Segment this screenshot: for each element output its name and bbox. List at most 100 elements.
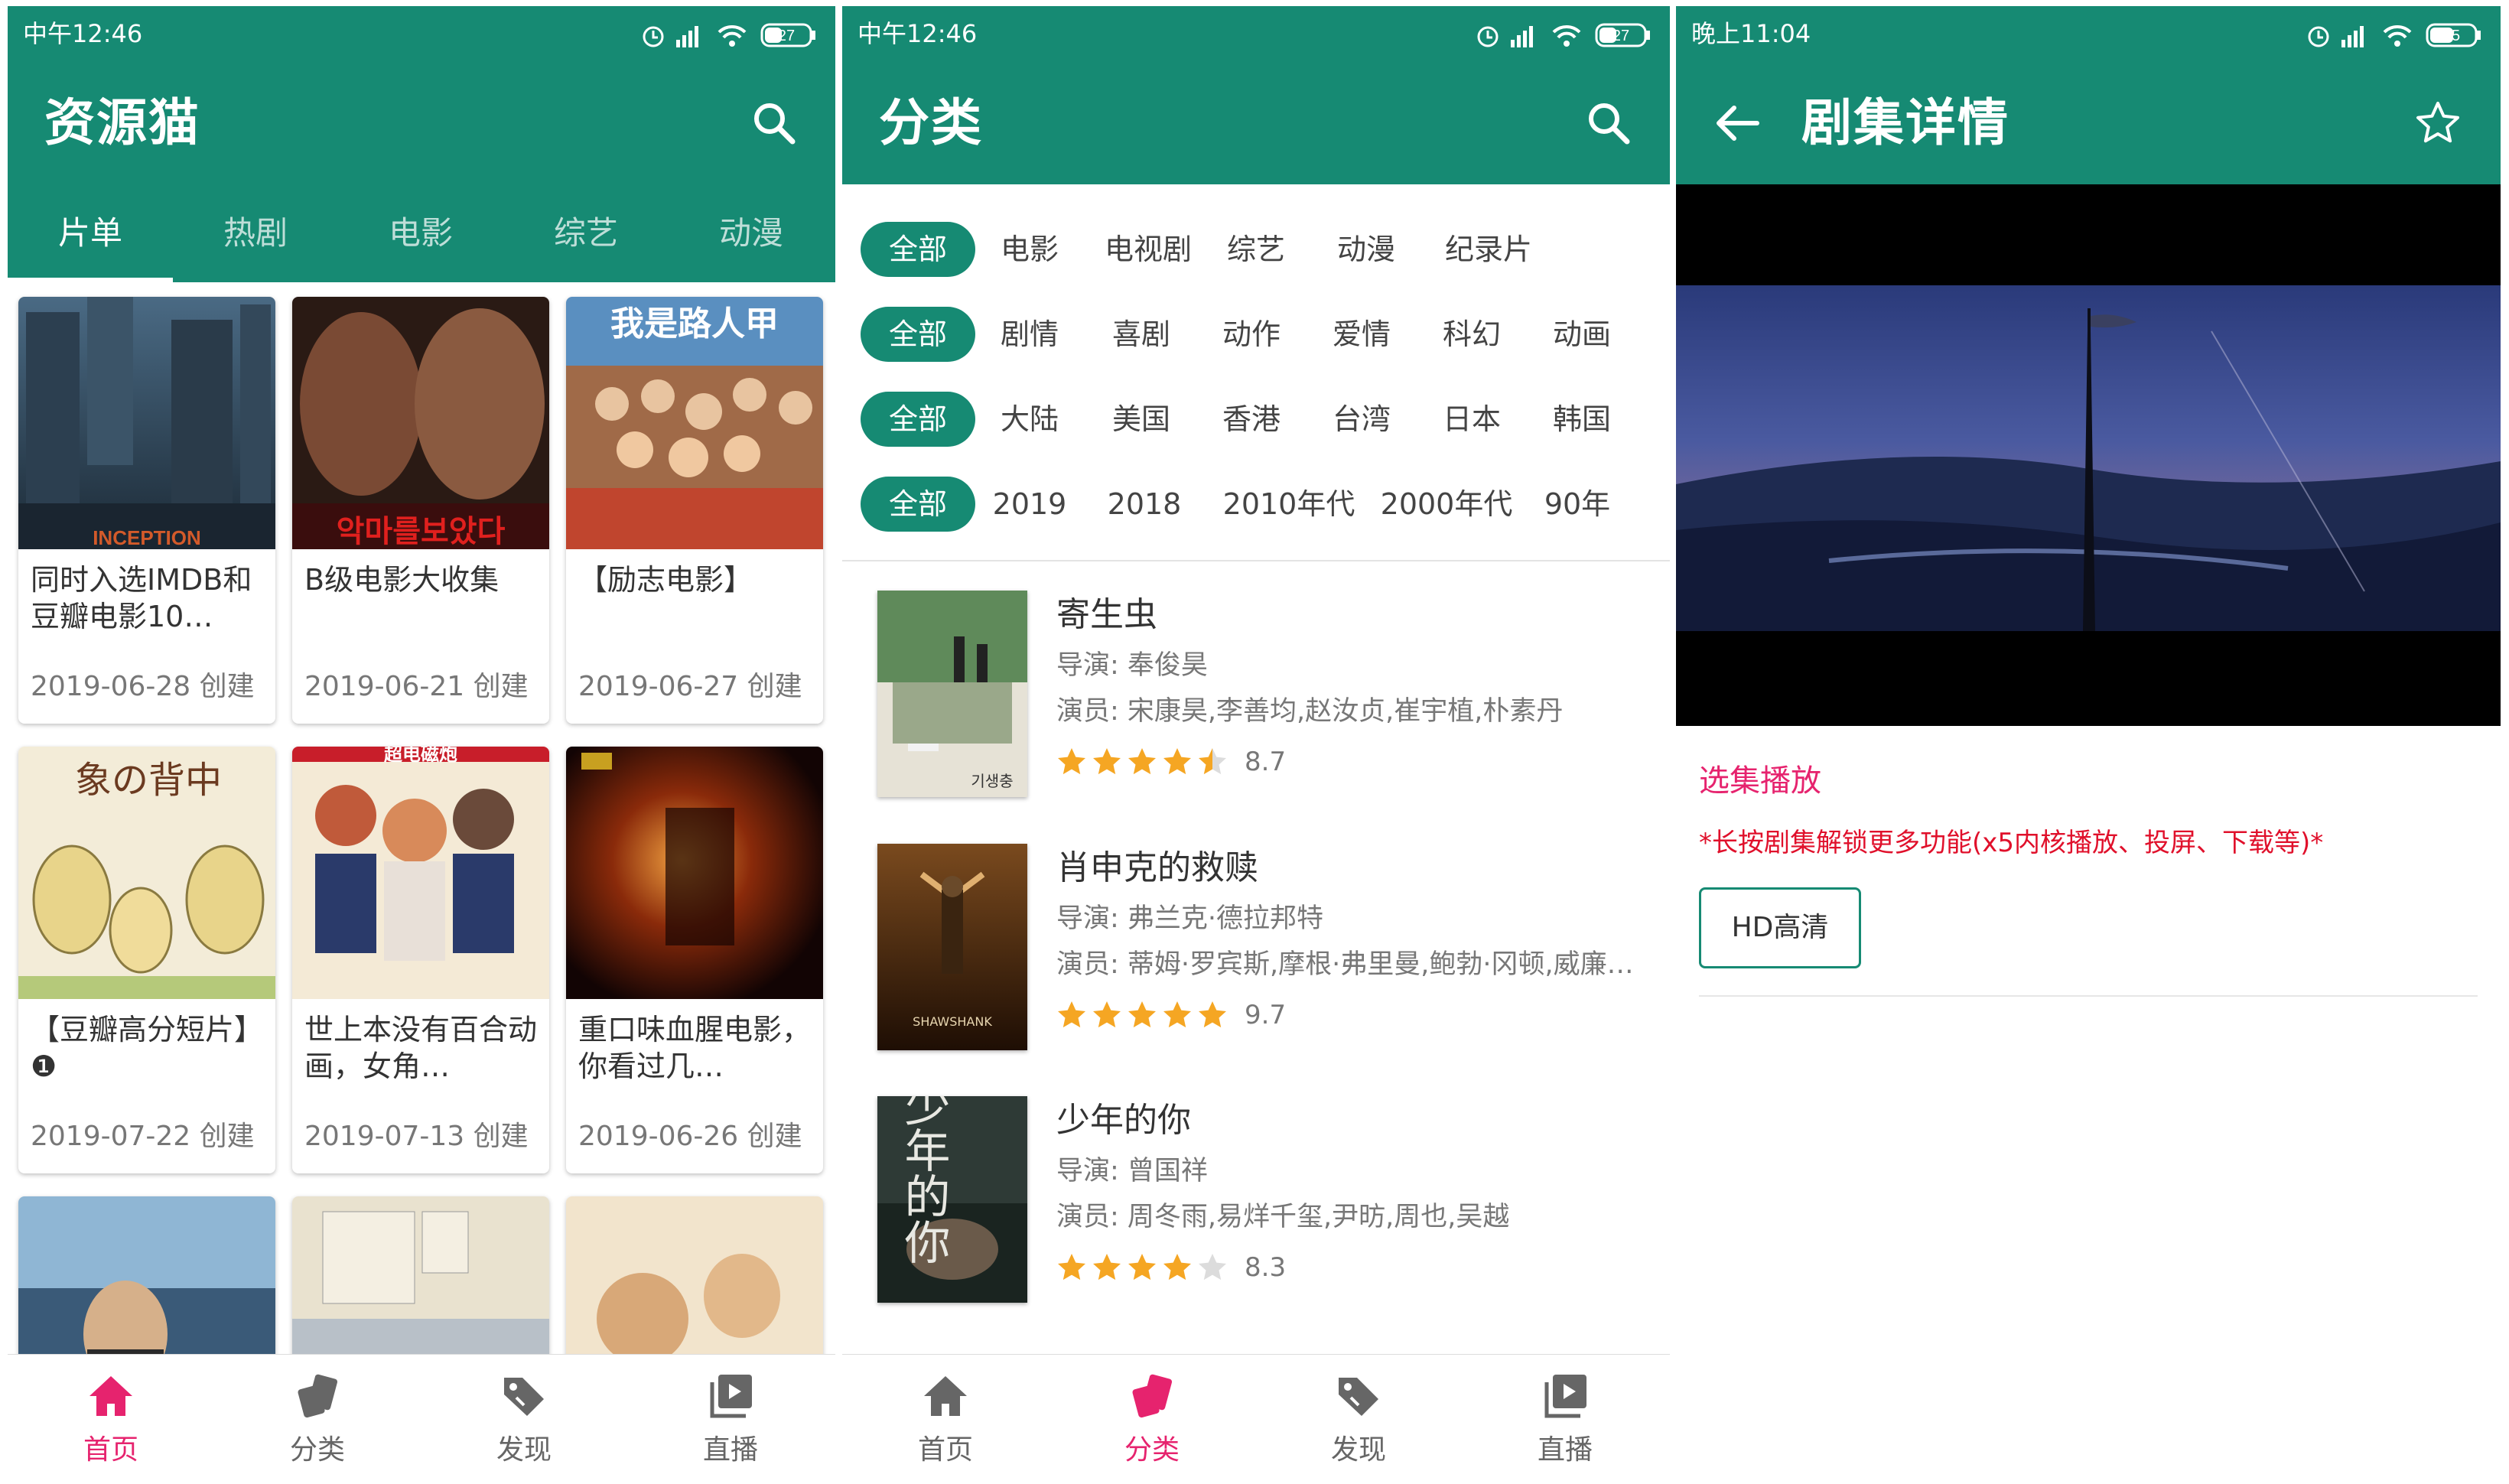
filter-chip[interactable]: 剧情 xyxy=(988,307,1072,362)
status-bar: 中午12:46 27 xyxy=(842,6,1670,62)
tab-playlist[interactable]: 片单 xyxy=(8,184,173,282)
nav-live[interactable]: 直播 xyxy=(1462,1355,1668,1484)
card-date: 2019-06-28 创建 xyxy=(31,671,255,702)
movie-list-item[interactable]: 少年的你 少年的你 导演: 曾国祥 演员: 周冬雨,易烊千玺,尹昉,周也,吴越 … xyxy=(842,1078,1670,1330)
filter-chip[interactable]: 台湾 xyxy=(1320,392,1404,447)
movie-list-item[interactable]: SHAWSHANK 肖申克的救赎 导演: 弗兰克·德拉邦特 演员: 蒂姆·罗宾斯… xyxy=(842,825,1670,1078)
nav-label: 直播 xyxy=(1537,1434,1593,1466)
star-rating xyxy=(1056,1000,1232,1033)
playlist-card[interactable]: 我是路人甲 【励志电影】 2019-06-27 创建 xyxy=(566,297,823,724)
filter-row-type: 全部 电影 电视剧 综艺 动漫 纪录片 xyxy=(842,211,1670,280)
filter-chip[interactable]: 2010年代 xyxy=(1220,477,1358,532)
star-rating xyxy=(1056,747,1232,780)
star-icon xyxy=(1058,1001,1085,1028)
divider xyxy=(842,560,1670,561)
filter-chip[interactable]: 科幻 xyxy=(1430,307,1514,362)
movie-title: 寄生虫 xyxy=(1056,595,1157,634)
filter-row-region: 全部 大陆 美国 香港 台湾 日本 韩国 xyxy=(842,381,1670,450)
nav-home[interactable]: 首页 xyxy=(8,1355,214,1484)
wifi-icon xyxy=(718,24,747,47)
filter-chip[interactable]: 爱情 xyxy=(1320,307,1404,362)
poster-text: 少年的你 xyxy=(897,1096,950,1264)
filter-chip[interactable]: 日本 xyxy=(1430,392,1514,447)
filter-chip-all[interactable]: 全部 xyxy=(861,392,975,447)
search-icon[interactable] xyxy=(1584,99,1633,148)
filter-chip[interactable]: 90年 xyxy=(1535,477,1619,532)
section-title: 选集播放 xyxy=(1699,763,1821,799)
card-poster: INCEPTION xyxy=(18,297,275,549)
tab-movies[interactable]: 电影 xyxy=(338,184,503,282)
filter-chip[interactable]: 香港 xyxy=(1209,392,1294,447)
movie-score: 8.7 xyxy=(1245,747,1287,777)
tab-hot-series[interactable]: 热剧 xyxy=(173,184,338,282)
star-outline-icon[interactable] xyxy=(2415,100,2461,146)
star-icon xyxy=(1128,1001,1156,1028)
nav-live[interactable]: 直播 xyxy=(627,1355,834,1484)
tab-variety[interactable]: 综艺 xyxy=(503,184,669,282)
status-bar: 晚上11:04 35 xyxy=(1676,6,2501,62)
filter-chip-all[interactable]: 全部 xyxy=(861,477,975,532)
filter-chip[interactable]: 动作 xyxy=(1209,307,1294,362)
filter-chip[interactable]: 2018 xyxy=(1102,477,1186,532)
nav-discover[interactable]: 发现 xyxy=(1255,1355,1462,1484)
movie-list-item[interactable]: 기생충 寄生虫 导演: 奉俊昊 演员: 宋康昊,李善均,赵汝贞,崔宇植,朴素丹 … xyxy=(842,572,1670,825)
filter-chip[interactable]: 2019 xyxy=(988,477,1072,532)
star-icon xyxy=(1199,1254,1226,1281)
filter-chip[interactable]: 电视剧 xyxy=(1095,222,1202,277)
battery-level: 27 xyxy=(778,28,795,44)
card-date: 2019-07-22 创建 xyxy=(31,1121,255,1152)
nav-discover[interactable]: 发现 xyxy=(421,1355,627,1484)
battery-level: 35 xyxy=(2443,28,2460,44)
filter-chip[interactable]: 2000年代 xyxy=(1378,477,1515,532)
movie-poster: 少年的你 xyxy=(877,1096,1027,1303)
divider xyxy=(1699,995,2478,997)
playlist-card[interactable]: 象の背中 【豆瓣高分短片】❶ 2019-07-22 创建 xyxy=(18,747,275,1173)
star-icon xyxy=(1093,1001,1121,1028)
filter-chip[interactable]: 美国 xyxy=(1099,392,1183,447)
star-icon xyxy=(1093,748,1121,775)
filter-chip[interactable]: 动画 xyxy=(1540,307,1624,362)
filter-chip[interactable]: 韩国 xyxy=(1540,392,1624,447)
playlist-card[interactable]: 重口味血腥电影，你看过几… 2019-06-26 创建 xyxy=(566,747,823,1173)
nav-home[interactable]: 首页 xyxy=(842,1355,1049,1484)
nav-category[interactable]: 分类 xyxy=(214,1355,421,1484)
playlist-card[interactable]: 超电磁炮 世上本没有百合动画，女角… 2019-07-13 创建 xyxy=(292,747,549,1173)
filter-chip[interactable]: 大陆 xyxy=(988,392,1072,447)
status-icons: 27 xyxy=(1477,23,1650,47)
tab-anime[interactable]: 动漫 xyxy=(669,184,834,282)
playlist-card[interactable]: INCEPTION 同时入选IMDB和豆瓣电影10… 2019-06-28 创建 xyxy=(18,297,275,724)
filter-chip[interactable]: 电影 xyxy=(988,222,1072,277)
category-tabs: 片单 热剧 电影 综艺 动漫 xyxy=(8,184,835,282)
back-arrow-icon[interactable] xyxy=(1714,102,1760,145)
nav-label: 分类 xyxy=(1124,1434,1180,1466)
nav-label: 发现 xyxy=(496,1434,552,1466)
nav-label: 分类 xyxy=(289,1434,345,1466)
filter-chip[interactable]: 纪录片 xyxy=(1431,222,1546,277)
detail-screen: 晚上11:04 35 剧集详情 选集播放 *长按剧集解锁更多功能(x5内核播放、… xyxy=(1676,6,2501,1484)
card-date: 2019-06-26 创建 xyxy=(578,1121,802,1152)
wifi-icon xyxy=(1552,24,1581,47)
nav-category[interactable]: 分类 xyxy=(1049,1355,1255,1484)
episode-button[interactable]: HD高清 xyxy=(1699,887,1861,968)
card-poster: 超电磁炮 xyxy=(292,747,549,999)
filter-chip[interactable]: 动漫 xyxy=(1324,222,1408,277)
alarm-icon xyxy=(1477,26,1499,47)
home-screen: 中午12:46 27 资源猫 片单 热剧 电影 综艺 动漫 INCEPTION … xyxy=(8,6,835,1484)
movie-director: 导演: 弗兰克·德拉邦特 xyxy=(1056,903,1324,934)
status-time: 中午12:46 xyxy=(23,19,143,48)
signal-icon xyxy=(2341,26,2364,47)
app-bar: 资源猫 xyxy=(8,62,835,184)
filter-chip-all[interactable]: 全部 xyxy=(861,222,975,277)
search-icon[interactable] xyxy=(750,99,799,148)
video-player[interactable] xyxy=(1676,184,2501,726)
filter-chip[interactable]: 喜剧 xyxy=(1099,307,1183,362)
playlist-card[interactable]: 악마를보았다 B级电影大收集 2019-06-21 创建 xyxy=(292,297,549,724)
star-icon xyxy=(1128,1254,1156,1281)
card-date: 2019-07-13 创建 xyxy=(304,1121,529,1152)
app-title: 剧集详情 xyxy=(1801,93,2009,152)
filter-chip[interactable]: 综艺 xyxy=(1214,222,1298,277)
app-bar: 分类 xyxy=(842,62,1670,184)
poster-text: 我是路人甲 xyxy=(610,304,779,343)
status-bar: 中午12:46 27 xyxy=(8,6,835,62)
filter-chip-all[interactable]: 全部 xyxy=(861,307,975,362)
